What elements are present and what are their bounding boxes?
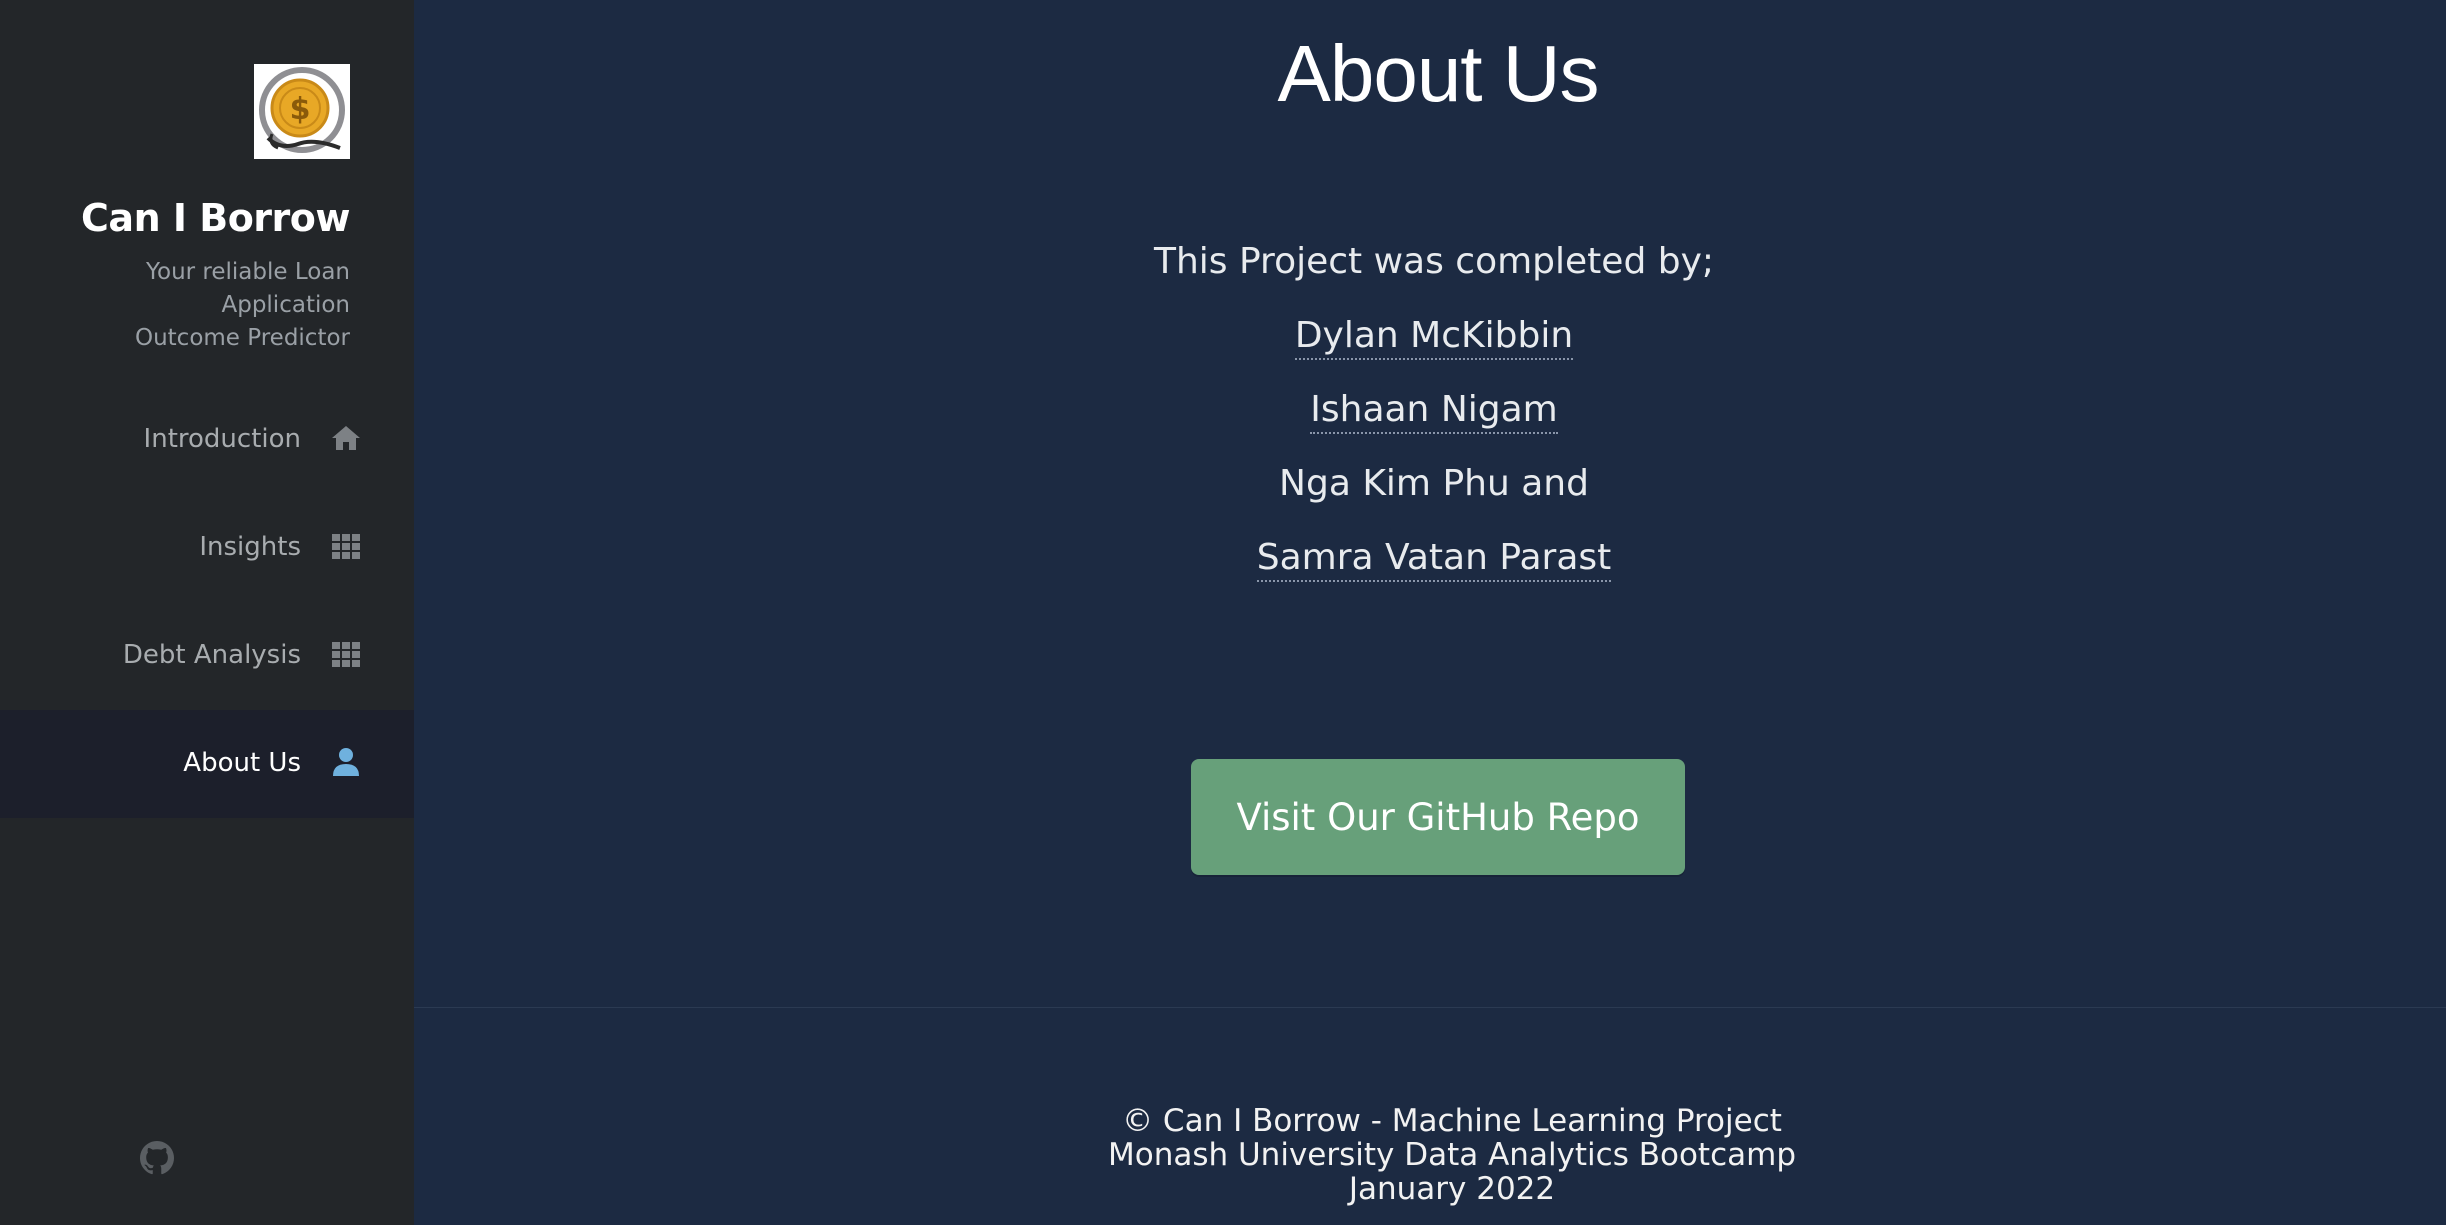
footer-line: © Can I Borrow - Machine Learning Projec… — [1122, 1103, 1782, 1139]
grid-icon — [330, 530, 362, 562]
member-link[interactable]: Samra Vatan Parast — [1256, 537, 1612, 582]
sidebar: $ Can I Borrow Your reliable Loan Applic… — [0, 0, 414, 1225]
member-item: Nga Kim Phu and — [1034, 452, 1834, 526]
github-repo-button[interactable]: Visit Our GitHub Repo — [1191, 759, 1685, 875]
member-link[interactable]: Ishaan Nigam — [1310, 389, 1558, 434]
credits-section: This Project was completed by; Dylan McK… — [1034, 230, 1834, 600]
credits-intro: This Project was completed by; — [1153, 241, 1715, 282]
footer-divider — [414, 1007, 2446, 1008]
member-link[interactable]: Dylan McKibbin — [1294, 315, 1574, 360]
brand-subtitle-line: Outcome Predictor — [134, 325, 350, 351]
brand-subtitle-line: Your reliable Loan Application — [146, 259, 350, 318]
footer: © Can I Borrow - Machine Learning Projec… — [1052, 1104, 1852, 1206]
sidebar-item-about-us[interactable]: About Us — [0, 710, 414, 818]
member-name: Nga Kim Phu and — [1279, 463, 1589, 504]
home-icon — [330, 422, 362, 454]
page-title: About Us — [1277, 29, 1599, 118]
svg-text:$: $ — [290, 92, 311, 127]
sidebar-item-introduction[interactable]: Introduction — [0, 386, 414, 494]
sidebar-item-debt-analysis[interactable]: Debt Analysis — [0, 602, 414, 710]
user-icon — [330, 746, 362, 778]
member-item: Samra Vatan Parast — [1034, 526, 1834, 600]
coin-dollar-logo-icon[interactable]: $ — [254, 64, 350, 159]
page: $ Can I Borrow Your reliable Loan Applic… — [0, 0, 2446, 1225]
sidebar-item-insights[interactable]: Insights — [0, 494, 414, 602]
footer-line: Monash University Data Analytics Bootcam… — [1107, 1137, 1796, 1173]
sidebar-item-label: Debt Analysis — [122, 640, 301, 670]
sidebar-item-label: Insights — [199, 532, 301, 562]
brand-title: Can I Borrow — [81, 196, 350, 240]
footer-line: January 2022 — [1348, 1171, 1556, 1207]
grid-icon — [330, 638, 362, 670]
sidebar-item-label: About Us — [183, 748, 301, 778]
sidebar-item-label: Introduction — [143, 424, 301, 454]
brand-subtitle: Your reliable Loan Application Outcome P… — [20, 256, 350, 355]
member-item: Ishaan Nigam — [1034, 378, 1834, 452]
member-item: Dylan McKibbin — [1034, 304, 1834, 378]
github-icon[interactable] — [140, 1141, 174, 1175]
